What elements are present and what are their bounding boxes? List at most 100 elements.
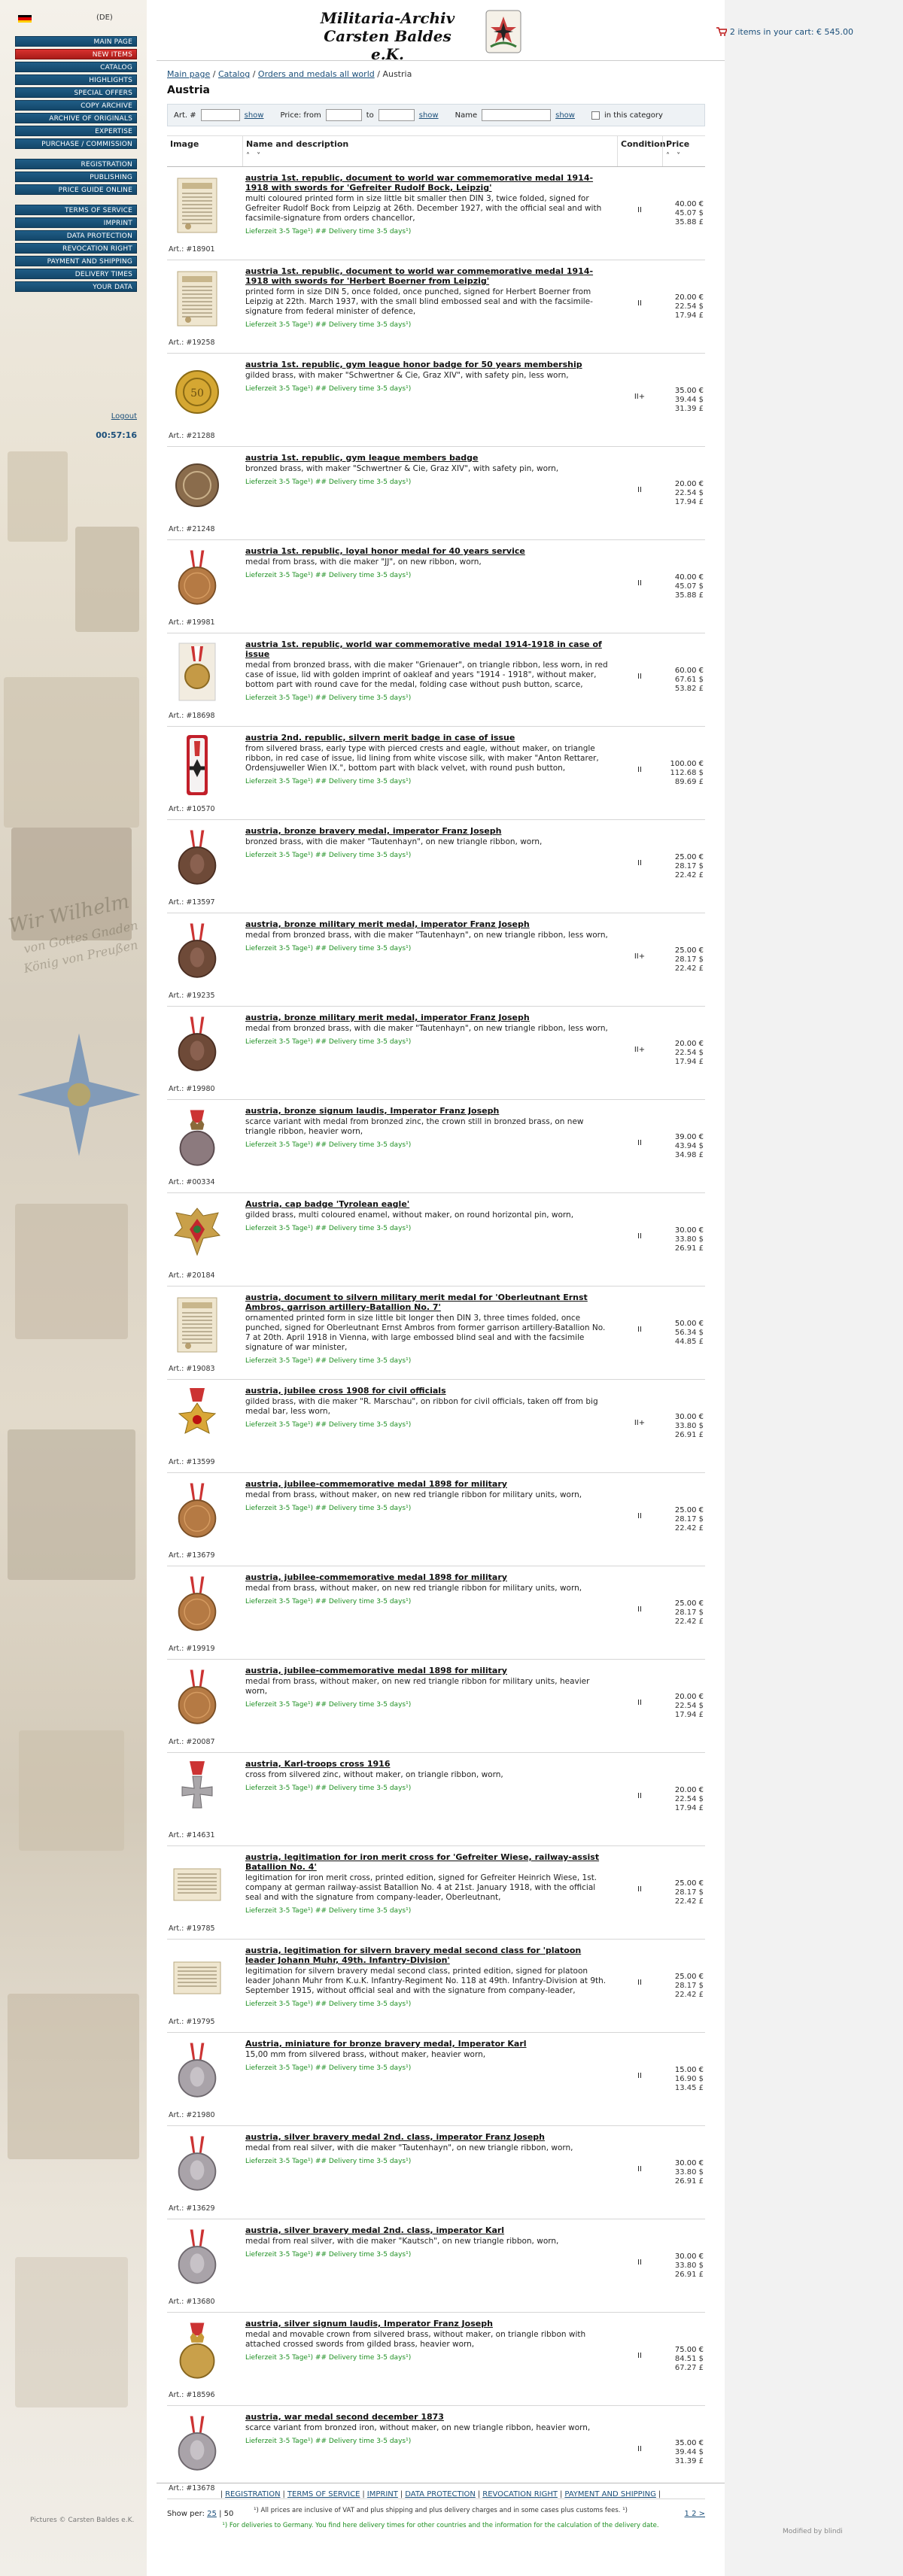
breadcrumb-catalog[interactable]: Catalog	[218, 69, 250, 79]
product-thumbnail[interactable]	[173, 172, 221, 239]
product-thumbnail[interactable]	[173, 2037, 221, 2105]
language-label[interactable]: (DE)	[96, 14, 113, 22]
price-from-input[interactable]	[325, 109, 362, 121]
product-image-icon[interactable]	[175, 922, 220, 982]
nav-item-payment-and-shipping[interactable]: PAYMENT AND SHIPPING	[15, 256, 137, 266]
nav-item-your-data[interactable]: YOUR DATA	[15, 281, 137, 292]
product-title-link[interactable]: austria, war medal second december 1873	[245, 2412, 613, 2422]
language-selector[interactable]: (DE)	[15, 14, 135, 24]
name-show-button[interactable]: show	[555, 111, 575, 120]
nav-item-terms-of-service[interactable]: TERMS OF SERVICE	[15, 205, 137, 215]
nav-item-expertise[interactable]: EXPERTISE	[15, 126, 137, 136]
product-title-link[interactable]: austria, silver bravery medal 2nd. class…	[245, 2225, 613, 2235]
nav-item-new-items[interactable]: NEW ITEMS	[15, 49, 137, 59]
product-title-link[interactable]: austria 1st. republic, gym league honor …	[245, 360, 613, 369]
footer-link-registration[interactable]: REGISTRATION	[225, 2490, 280, 2499]
product-image-icon[interactable]	[173, 1868, 221, 1901]
product-image-icon[interactable]	[175, 1668, 220, 1728]
product-title-link[interactable]: austria 1st. republic, loyal honor medal…	[245, 546, 613, 556]
product-image-icon[interactable]: 50	[173, 368, 221, 416]
product-thumbnail[interactable]	[173, 1198, 221, 1265]
footer-link-terms-of-service[interactable]: TERMS OF SERVICE	[287, 2490, 360, 2499]
product-title-link[interactable]: austria 2nd. republic, silvern merit bad…	[245, 733, 613, 743]
name-search-input[interactable]	[482, 109, 552, 121]
product-image-icon[interactable]	[176, 270, 218, 327]
nav-item-price-guide-online[interactable]: PRICE GUIDE ONLINE	[15, 184, 137, 195]
product-image-icon[interactable]	[173, 1961, 221, 1994]
footer-link-payment-and-shipping[interactable]: PAYMENT AND SHIPPING	[564, 2490, 656, 2499]
product-title-link[interactable]: austria 1st. republic, document to world…	[245, 173, 613, 193]
footer-link-revocation-right[interactable]: REVOCATION RIGHT	[482, 2490, 558, 2499]
product-image-icon[interactable]	[175, 1015, 220, 1075]
breadcrumb-main-page[interactable]: Main page	[167, 69, 210, 79]
product-thumbnail[interactable]	[173, 1944, 221, 2012]
nav-item-main-page[interactable]: MAIN PAGE	[15, 36, 137, 47]
product-thumbnail[interactable]	[173, 1478, 221, 1545]
article-number-input[interactable]	[200, 109, 240, 121]
nav-item-purchase-commission[interactable]: PURCHASE / COMMISSION	[15, 138, 137, 149]
nav-item-data-protection[interactable]: DATA PROTECTION	[15, 230, 137, 241]
product-thumbnail[interactable]	[173, 545, 221, 612]
sort-price-arrows[interactable]: ˄ ˅	[666, 152, 702, 160]
product-title-link[interactable]: austria, legitimation for silvern braver…	[245, 1946, 613, 1965]
product-thumbnail[interactable]	[173, 918, 221, 986]
product-image-icon[interactable]	[176, 734, 218, 797]
product-thumbnail[interactable]	[173, 265, 221, 333]
product-image-icon[interactable]	[175, 2041, 220, 2101]
nav-item-delivery-times[interactable]: DELIVERY TIMES	[15, 269, 137, 279]
product-thumbnail[interactable]	[173, 2131, 221, 2198]
product-image-icon[interactable]	[173, 1205, 221, 1258]
product-image-icon[interactable]	[175, 2414, 220, 2474]
product-title-link[interactable]: austria, Karl-troops cross 1916	[245, 1759, 613, 1769]
in-category-checkbox[interactable]	[591, 111, 600, 120]
product-thumbnail[interactable]	[173, 1291, 221, 1359]
breadcrumb-orders-medals[interactable]: Orders and medals all world	[258, 69, 375, 79]
product-title-link[interactable]: Austria, miniature for bronze bravery me…	[245, 2039, 613, 2049]
nav-item-publishing[interactable]: PUBLISHING	[15, 172, 137, 182]
product-image-icon[interactable]	[176, 177, 218, 234]
cart-icon[interactable]	[716, 27, 727, 36]
price-to-input[interactable]	[378, 109, 415, 121]
product-title-link[interactable]: austria, silver bravery medal 2nd. class…	[245, 2132, 613, 2142]
product-image-icon[interactable]	[175, 548, 220, 609]
product-title-link[interactable]: austria, jubilee-commemorative medal 189…	[245, 1666, 613, 1675]
product-title-link[interactable]: austria, silver signum laudis, Imperator…	[245, 2319, 613, 2328]
nav-item-registration[interactable]: REGISTRATION	[15, 159, 137, 169]
product-image-icon[interactable]	[175, 1481, 220, 1542]
product-thumbnail[interactable]	[173, 451, 221, 519]
product-thumbnail[interactable]	[173, 1384, 221, 1452]
product-thumbnail[interactable]	[173, 1104, 221, 1172]
product-title-link[interactable]: Austria, cap badge 'Tyrolean eagle'	[245, 1199, 613, 1209]
nav-item-archive-of-originals[interactable]: ARCHIVE OF ORIGINALS	[15, 113, 137, 123]
nav-item-catalog[interactable]: CATALOG	[15, 62, 137, 72]
article-show-button[interactable]: show	[245, 111, 264, 120]
nav-item-copy-archive[interactable]: COPY ARCHIVE	[15, 100, 137, 111]
product-image-icon[interactable]	[176, 642, 218, 702]
product-thumbnail[interactable]	[173, 2224, 221, 2292]
price-show-button[interactable]: show	[419, 111, 439, 120]
product-thumbnail[interactable]	[173, 825, 221, 892]
product-image-icon[interactable]	[175, 2134, 220, 2195]
product-title-link[interactable]: austria, bronze military merit medal, im…	[245, 919, 613, 929]
nav-item-special-offers[interactable]: SPECIAL OFFERS	[15, 87, 137, 98]
product-title-link[interactable]: austria, bronze signum laudis, Imperator…	[245, 1106, 613, 1116]
product-thumbnail[interactable]	[173, 2317, 221, 2385]
product-title-link[interactable]: austria 1st. republic, gym league member…	[245, 453, 613, 463]
product-image-icon[interactable]	[175, 1107, 220, 1170]
sort-name-arrows[interactable]: ˄ ˅	[246, 152, 614, 160]
cart-text[interactable]: 2 items in your cart: € 545.00	[730, 27, 853, 37]
site-logo[interactable]: Militaria-Archiv Carsten Baldes e.K.	[309, 9, 527, 63]
product-image-icon[interactable]	[175, 2319, 220, 2383]
product-thumbnail[interactable]	[173, 638, 221, 706]
product-title-link[interactable]: austria, document to silvern military me…	[245, 1293, 613, 1312]
footer-link-imprint[interactable]: IMPRINT	[367, 2490, 398, 2499]
product-title-link[interactable]: austria 1st. republic, world war commemo…	[245, 639, 613, 659]
product-image-icon[interactable]	[173, 1387, 221, 1450]
nav-item-revocation-right[interactable]: REVOCATION RIGHT	[15, 243, 137, 254]
product-image-icon[interactable]	[176, 1296, 218, 1353]
product-title-link[interactable]: austria, jubilee-commemorative medal 189…	[245, 1572, 613, 1582]
product-title-link[interactable]: austria, jubilee-commemorative medal 189…	[245, 1479, 613, 1489]
german-flag-icon[interactable]	[18, 15, 32, 23]
product-thumbnail[interactable]	[173, 1851, 221, 1918]
logout-link[interactable]: Logout	[15, 412, 137, 421]
